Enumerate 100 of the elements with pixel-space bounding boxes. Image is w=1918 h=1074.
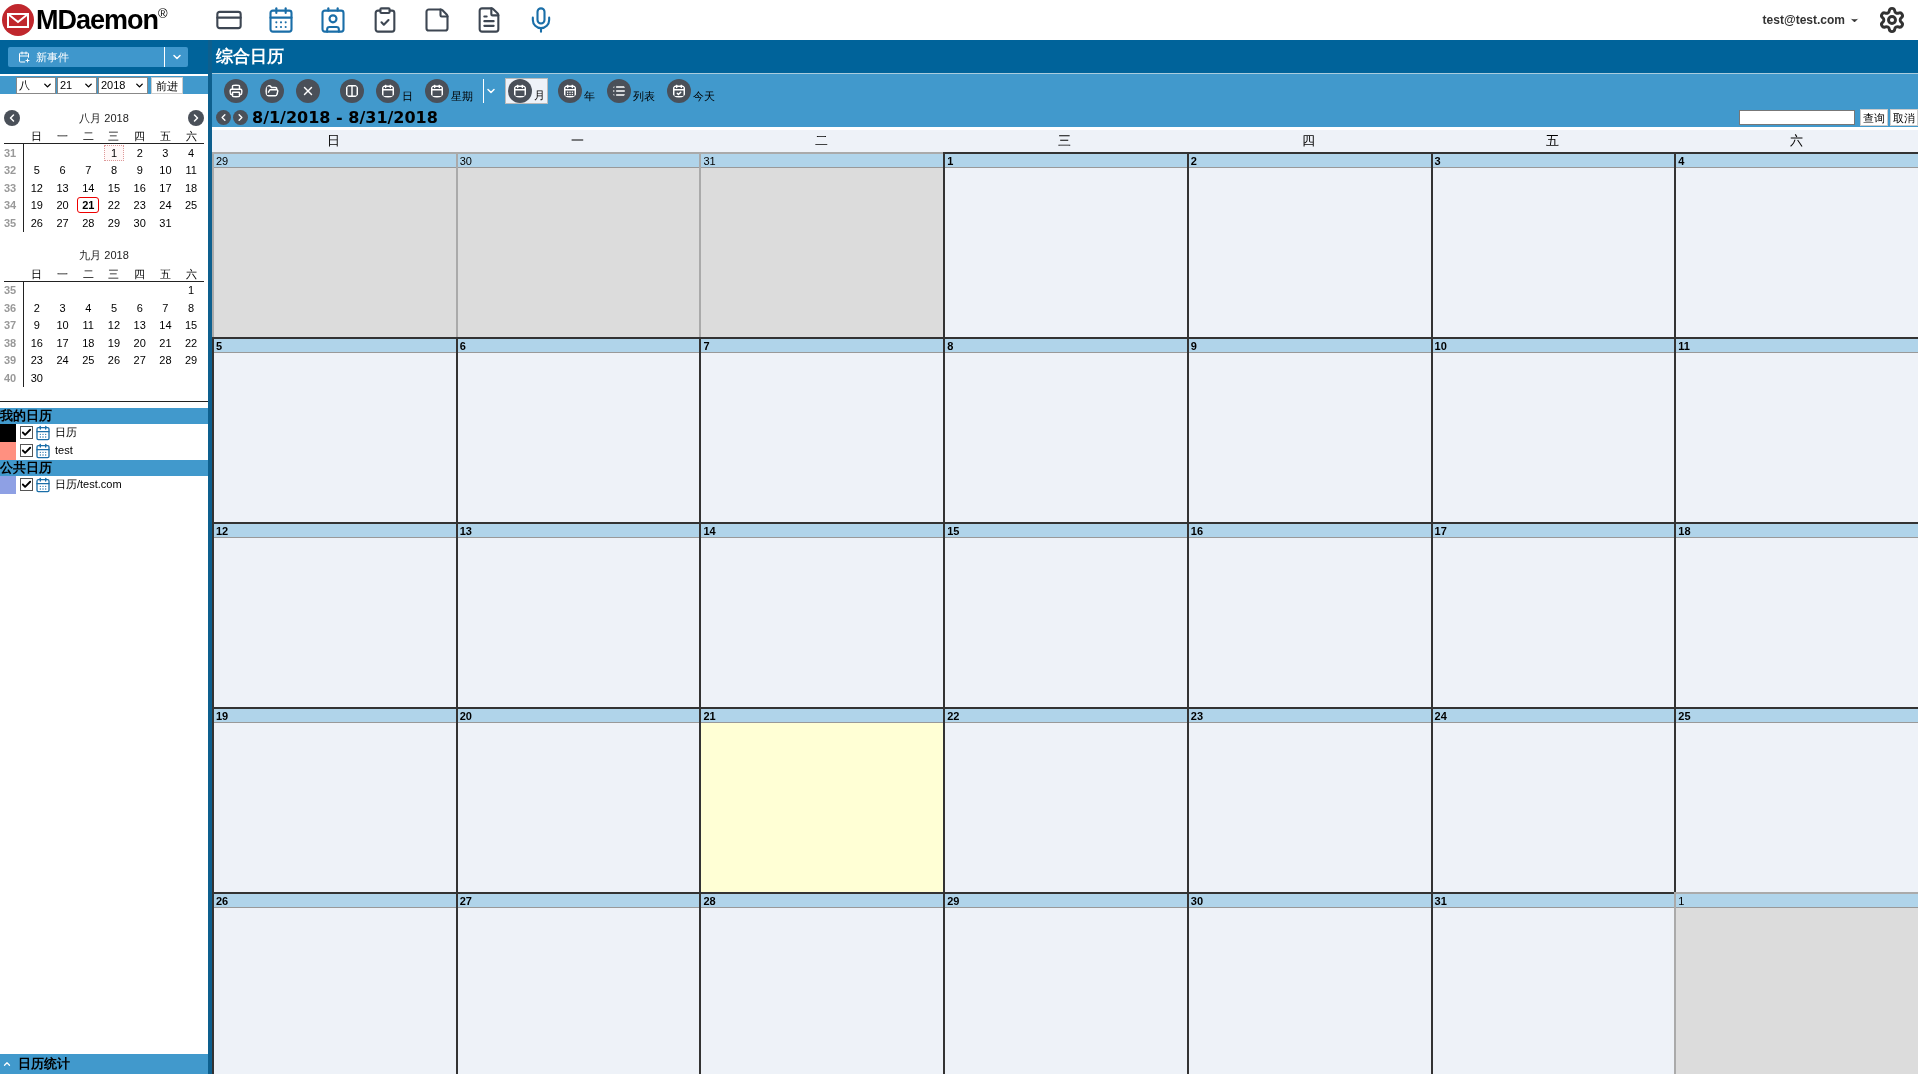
expand-icon[interactable] — [2, 1059, 12, 1069]
day-cell[interactable]: 12 — [212, 522, 456, 707]
day-select[interactable]: 21 — [57, 76, 97, 94]
day-number[interactable]: 7 — [155, 299, 176, 316]
day-number[interactable]: 6 — [129, 299, 150, 316]
day-number[interactable]: 9 — [26, 317, 47, 334]
day-number[interactable]: 13 — [128, 317, 151, 334]
day-number[interactable]: 17 — [154, 179, 177, 196]
view-button[interactable]: 列表 — [605, 78, 657, 104]
day-number[interactable]: 25 — [180, 197, 203, 214]
day-number[interactable]: 26 — [25, 214, 48, 231]
year-select[interactable]: 2018 — [98, 76, 148, 94]
day-cell[interactable]: 4 — [1674, 152, 1918, 337]
day-number[interactable]: 21 — [77, 197, 100, 214]
day-number[interactable]: 4 — [181, 144, 202, 161]
day-number[interactable]: 29 — [180, 352, 203, 369]
day-number[interactable]: 23 — [128, 197, 151, 214]
day-number[interactable]: 21 — [154, 334, 177, 351]
day-number[interactable]: 31 — [154, 214, 177, 231]
day-number[interactable]: 18 — [77, 334, 100, 351]
day-cell[interactable]: 17 — [1430, 522, 1675, 707]
day-cell[interactable]: 21 — [699, 707, 944, 892]
day-cell[interactable]: 30 — [455, 152, 700, 337]
day-cell[interactable]: 16 — [1186, 522, 1431, 707]
calendar-checkbox[interactable] — [20, 478, 33, 491]
day-number[interactable]: 12 — [102, 317, 126, 334]
go-button[interactable]: 前进 — [151, 76, 183, 94]
note-icon[interactable] — [422, 5, 452, 35]
day-cell[interactable]: 15 — [943, 522, 1187, 707]
view-button[interactable]: 今天 — [665, 78, 717, 104]
day-number[interactable]: 18 — [180, 179, 203, 196]
calendar-name[interactable]: 日历 — [55, 424, 77, 441]
view-dropdown-button[interactable] — [483, 79, 497, 103]
day-number[interactable]: 24 — [154, 197, 177, 214]
calendar-name[interactable]: test — [55, 442, 73, 459]
next-month-button[interactable] — [188, 110, 204, 126]
view-button[interactable]: 月 — [505, 78, 548, 104]
day-number[interactable]: 28 — [154, 352, 177, 369]
open-button[interactable] — [258, 78, 286, 104]
day-number[interactable]: 22 — [102, 197, 126, 214]
view-button[interactable]: 日 — [374, 78, 415, 104]
search-field[interactable] — [1739, 110, 1855, 125]
split-button[interactable] — [338, 78, 366, 104]
day-cell[interactable]: 8 — [943, 337, 1187, 522]
day-number[interactable]: 11 — [180, 162, 202, 179]
day-cell[interactable]: 5 — [212, 337, 456, 522]
search-button[interactable]: 查询 — [1860, 109, 1888, 126]
day-number[interactable]: 20 — [128, 334, 151, 351]
next-range-button[interactable] — [233, 110, 248, 125]
day-number[interactable]: 1 — [104, 144, 124, 161]
day-number[interactable]: 13 — [51, 179, 74, 196]
day-number[interactable]: 8 — [181, 299, 202, 316]
day-cell[interactable]: 29 — [943, 892, 1187, 1074]
day-number[interactable]: 14 — [154, 317, 177, 334]
print-button[interactable] — [222, 78, 250, 104]
day-number[interactable]: 11 — [77, 317, 99, 334]
settings-icon[interactable] — [1878, 6, 1906, 34]
day-cell[interactable]: 31 — [1430, 892, 1675, 1074]
day-number[interactable]: 16 — [128, 179, 151, 196]
day-number[interactable]: 22 — [180, 334, 203, 351]
day-number[interactable]: 19 — [25, 197, 48, 214]
day-number[interactable]: 17 — [51, 334, 74, 351]
day-cell[interactable]: 6 — [455, 337, 700, 522]
day-cell[interactable]: 1 — [1674, 892, 1918, 1074]
day-cell[interactable]: 24 — [1430, 707, 1675, 892]
day-number[interactable]: 10 — [51, 317, 74, 334]
day-cell[interactable]: 1 — [943, 152, 1187, 337]
day-cell[interactable]: 26 — [212, 892, 456, 1074]
day-number[interactable]: 1 — [181, 282, 202, 299]
day-number[interactable]: 28 — [77, 214, 100, 231]
day-number[interactable]: 10 — [154, 162, 177, 179]
day-number[interactable]: 3 — [155, 144, 176, 161]
view-button[interactable]: 星期 — [423, 78, 475, 104]
day-number[interactable]: 23 — [25, 352, 48, 369]
contacts-icon[interactable] — [318, 5, 348, 35]
calendar-checkbox[interactable] — [20, 444, 33, 457]
day-number[interactable]: 16 — [25, 334, 48, 351]
view-button[interactable]: 年 — [556, 78, 597, 104]
day-number[interactable]: 12 — [25, 179, 48, 196]
day-cell[interactable]: 14 — [699, 522, 944, 707]
day-cell[interactable]: 19 — [212, 707, 456, 892]
day-cell[interactable]: 7 — [699, 337, 944, 522]
day-number[interactable]: 14 — [77, 179, 100, 196]
day-cell[interactable]: 9 — [1186, 337, 1431, 522]
calendar-icon[interactable] — [266, 5, 296, 35]
day-cell[interactable]: 31 — [699, 152, 944, 337]
day-cell[interactable]: 29 — [212, 152, 456, 337]
day-number[interactable]: 26 — [102, 352, 126, 369]
previous-range-button[interactable] — [216, 110, 231, 125]
day-number[interactable]: 9 — [129, 162, 150, 179]
day-number[interactable]: 30 — [128, 214, 151, 231]
day-cell[interactable]: 30 — [1186, 892, 1431, 1074]
day-number[interactable]: 29 — [102, 214, 126, 231]
day-number[interactable]: 27 — [51, 214, 74, 231]
delete-button[interactable] — [294, 78, 322, 104]
day-cell[interactable]: 27 — [455, 892, 700, 1074]
day-cell[interactable]: 18 — [1674, 522, 1918, 707]
day-number[interactable]: 5 — [104, 299, 124, 316]
day-number[interactable]: 2 — [129, 144, 150, 161]
day-number[interactable]: 25 — [77, 352, 100, 369]
